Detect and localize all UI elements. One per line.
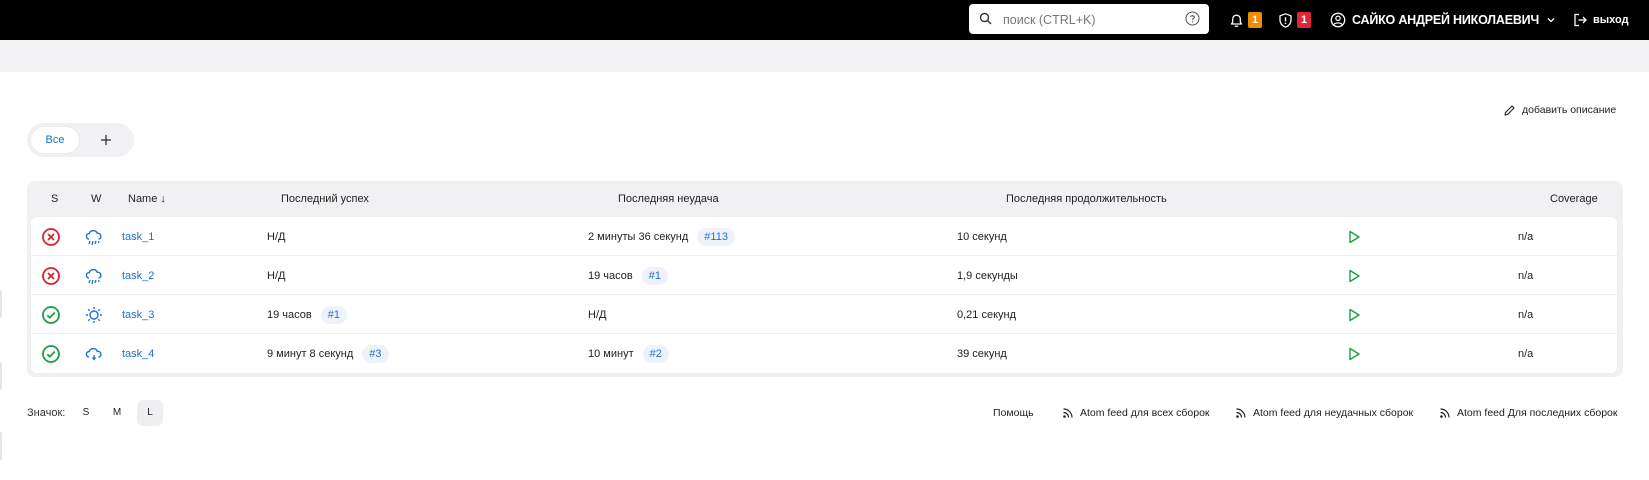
run-build-icon[interactable] (1346, 295, 1362, 334)
weather-storm-icon (83, 256, 105, 295)
last-failure-text: Н/Д (588, 308, 607, 321)
atom-feed-latest-label: Atom feed Для последних сборок (1457, 407, 1618, 419)
status-success-icon (41, 334, 61, 373)
coverage-value: n/a (1518, 269, 1534, 282)
job-name-link[interactable]: task_3 (122, 309, 154, 321)
search-icon (979, 12, 992, 25)
pencil-icon (1504, 104, 1515, 116)
job-name-link[interactable]: task_1 (122, 231, 154, 243)
rss-icon (1063, 408, 1073, 418)
shield-alert-icon (1279, 12, 1292, 28)
build-number-link[interactable]: #1 (641, 266, 668, 285)
build-number-link[interactable]: #3 (362, 344, 389, 363)
search-input[interactable] (1001, 9, 1175, 31)
icon-size-label: Значок: (27, 407, 66, 419)
logout-label: выход (1593, 14, 1629, 26)
column-header-last-duration[interactable]: Последняя продолжительность (1006, 193, 1167, 205)
atom-feed-failed-label: Atom feed для неудачных сборок (1253, 407, 1414, 419)
security-button[interactable]: 1 (1277, 0, 1311, 40)
coverage-value: n/a (1518, 308, 1534, 321)
build-number-link[interactable]: #1 (320, 305, 347, 324)
bell-icon (1230, 14, 1243, 27)
search-box[interactable] (969, 4, 1209, 34)
table-body: task_1 Н/Д 2 минуты 36 секунд #113 10 сек… (31, 217, 1617, 373)
build-number-link[interactable]: #2 (642, 344, 669, 363)
atom-feed-latest-link[interactable]: Atom feed Для последних сборок (1439, 405, 1617, 421)
chevron-down-icon (1547, 18, 1555, 23)
rss-icon (1236, 408, 1246, 418)
notifications-button[interactable]: 1 (1228, 0, 1262, 40)
last-success-text: 19 часов (267, 308, 312, 321)
run-build-icon[interactable] (1346, 217, 1362, 256)
table-row: task_3 19 часов #1 Н/Д 0,21 секунд n/a (31, 295, 1617, 334)
column-header-weather[interactable]: W (91, 193, 101, 205)
last-failure-text: 19 часов (588, 269, 633, 282)
view-tabs: Все (27, 123, 134, 157)
last-success-text: 9 минут 8 секунд (267, 347, 354, 360)
last-success-text: Н/Д (267, 230, 286, 243)
last-duration-text: 0,21 секунд (957, 308, 1017, 321)
help-icon[interactable] (1185, 11, 1200, 26)
atom-feed-all-link[interactable]: Atom feed для всех сборок (1062, 405, 1210, 421)
atom-feed-all-label: Atom feed для всех сборок (1080, 407, 1210, 419)
notifications-badge: 1 (1248, 12, 1262, 28)
rss-icon (1440, 408, 1450, 418)
plus-icon[interactable] (97, 131, 115, 149)
breadcrumb-bar (0, 40, 1649, 72)
column-header-coverage[interactable]: Coverage (1550, 193, 1598, 205)
column-header-status[interactable]: S (51, 193, 58, 205)
build-number-link[interactable]: #113 (697, 227, 735, 246)
last-duration-text: 10 секунд (957, 230, 1007, 243)
status-success-icon (41, 295, 61, 334)
logout-icon (1574, 13, 1587, 27)
logout-button[interactable]: выход (1572, 0, 1629, 40)
user-icon (1330, 12, 1346, 28)
weather-sunny-icon (83, 295, 105, 334)
add-description-link[interactable]: добавить описание (1503, 103, 1616, 117)
user-menu[interactable]: САЙКО АНДРЕЙ НИКОЛАЕВИЧ (1330, 0, 1557, 40)
tab-all[interactable]: Все (31, 127, 79, 153)
last-success-text: Н/Д (267, 269, 286, 282)
top-bar: 1 1 САЙКО АНДРЕЙ НИКОЛАЕВИЧ выход (0, 0, 1649, 40)
coverage-value: n/a (1518, 230, 1534, 243)
table-row: task_1 Н/Д 2 минуты 36 секунд #113 10 сек… (31, 217, 1617, 256)
security-badge: 1 (1297, 12, 1311, 28)
atom-feed-failed-link[interactable]: Atom feed для неудачных сборок (1235, 405, 1413, 421)
help-link[interactable]: Помощь (993, 405, 1034, 421)
column-header-name[interactable]: Name ↓ (128, 193, 166, 205)
last-failure-text: 2 минуты 36 секунд (588, 230, 689, 243)
table-row: task_2 Н/Д 19 часов #1 1,9 секунды n/a (31, 256, 1617, 295)
job-name-link[interactable]: task_2 (122, 270, 154, 282)
side-panel-edge (0, 290, 2, 318)
status-failed-icon (41, 256, 61, 295)
jobs-table: S W Name ↓ Последний успех Последняя неу… (27, 181, 1623, 377)
last-duration-text: 1,9 секунды (957, 269, 1018, 282)
icon-size-l-button[interactable]: L (137, 400, 163, 426)
add-description-label: добавить описание (1522, 104, 1617, 116)
icon-size-m-button[interactable]: M (104, 400, 130, 426)
status-failed-icon (41, 217, 61, 256)
side-panel-edge (0, 362, 2, 390)
table-header: S W Name ↓ Последний успех Последняя неу… (27, 181, 1623, 217)
column-header-last-success[interactable]: Последний успех (281, 193, 369, 205)
job-name-link[interactable]: task_4 (122, 348, 154, 360)
user-name: САЙКО АНДРЕЙ НИКОЛАЕВИЧ (1352, 13, 1540, 27)
weather-storm-icon (83, 217, 105, 256)
run-build-icon[interactable] (1346, 334, 1362, 373)
column-header-last-failure[interactable]: Последняя неудача (618, 193, 719, 205)
help-link-label: Помощь (993, 407, 1034, 419)
coverage-value: n/a (1518, 347, 1534, 360)
last-duration-text: 39 секунд (957, 347, 1007, 360)
side-panel-edge (0, 432, 2, 460)
last-failure-text: 10 минут (588, 347, 634, 360)
run-build-icon[interactable] (1346, 256, 1362, 295)
weather-cloudy-icon (83, 334, 105, 373)
icon-size-s-button[interactable]: S (73, 400, 99, 426)
table-row: task_4 9 минут 8 секунд #3 10 минут #2 39 … (31, 334, 1617, 373)
